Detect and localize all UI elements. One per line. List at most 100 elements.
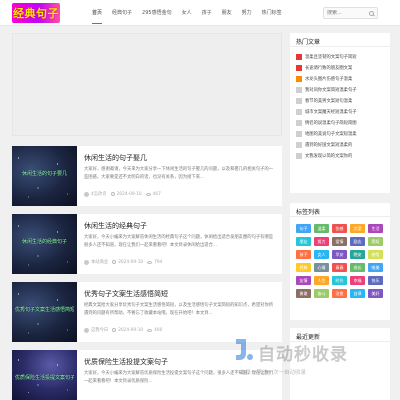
hot-article-link[interactable]: 春节的美男文案短句温柔 [305,98,352,104]
list-item[interactable]: 春节的美男文案短句温柔 [296,95,384,106]
post-views: 467 [152,191,161,197]
list-item[interactable]: 水龙头图片伤感句子温柔 [296,73,384,84]
nav-item-friends[interactable]: 朋友 [222,0,232,26]
tag-link[interactable]: 简短 [368,237,383,246]
nav-item-effort[interactable]: 努力 [242,0,252,26]
site-logo[interactable]: 经典句子 [12,3,60,23]
tag-link[interactable]: 感悟 [368,250,383,259]
tag-link[interactable]: 经典 [296,263,311,272]
post-thumbnail[interactable]: 休闲生活的经典句子 [12,214,77,274]
tag-link[interactable]: 励志 [350,237,365,246]
thumbnail-caption: 休闲生活的经典句子 [21,239,67,245]
tag-link[interactable]: 成长 [350,263,365,272]
author-avatar [84,327,89,333]
nav-item-children[interactable]: 孩子 [202,0,212,26]
post-thumbnail[interactable]: 休闲生活的句子要几 [12,146,77,206]
post-author[interactable]: 这我今日 [91,327,108,333]
post-meta: 这我今日 2024-09-10 400 [84,327,162,333]
tag-link[interactable]: 友情 [296,276,311,285]
search-icon[interactable] [369,10,374,16]
tag-link[interactable]: 人生 [314,276,329,285]
hot-article-link[interactable]: 文我发现以简的文案你的 [305,153,352,159]
hot-article-link[interactable]: 水龙头图片伤感句子温柔 [305,76,352,82]
list-item[interactable]: 地图的美说句子文案短温柔 [296,128,384,139]
list-item[interactable]: 文我发现以简的文案你的 [296,150,384,161]
hot-article-link[interactable]: 我对凤你文案简短温柔句子 [305,87,357,93]
list-item[interactable]: 遇到的好国文案短温柔的 [296,139,384,150]
clock-icon [112,260,117,264]
post-title[interactable]: 优秀句子文案生活感悟简短 [84,289,168,299]
post-thumbnail[interactable]: 优质保险生活投提文案句子 [12,350,77,400]
hot-article-link[interactable]: 遇到的好国文案短温柔的 [305,142,352,148]
tag-link[interactable]: 美好 [368,289,383,298]
tag-link[interactable]: 爱情 [332,237,347,246]
post-date: 2024-09-10 [118,259,144,265]
tags-widget: 标签列表 句子 温柔 伤感 文案 生活朋友 努力 爱情 励志 简短孩子 女人 早安 晚安 感悟经典 心情青… [290,203,390,320]
post-thumbnail[interactable]: 优秀句子文案生活感悟简短 [12,282,77,342]
tag-link[interactable]: 晚安 [350,250,365,259]
nav-item-hot-tags[interactable]: 热门标签 [262,0,282,26]
hot-article-link[interactable]: 温柔且坚韧的文案句子简短 [305,54,357,60]
main-nav: 首页 经典句子 295感悟金句 女人 孩子 朋友 努力 热门标签 [92,0,292,26]
rank-icon [296,119,302,126]
post-title[interactable]: 休闲生活的经典句子 [84,221,147,231]
nav-item-women[interactable]: 女人 [182,0,192,26]
post-meta: 本站商业 2024-09-10 794 [84,259,162,265]
post-author[interactable]: 本站商业 [91,259,108,265]
tag-link[interactable]: 孩子 [296,250,311,259]
tag-link[interactable]: 文案 [350,224,365,233]
post-card[interactable]: 休闲生活的经典句子 休闲生活的经典句子 大家好，今天小编来为大家解答休闲生活的经… [12,214,282,274]
tag-link[interactable]: 伤感 [332,224,347,233]
post-card[interactable]: 休闲生活的句子要几 休闲生活的句子娶几 大家好，感谢邀请，今天来为大家分享一下休… [12,146,282,206]
nav-item-quotes[interactable]: 295感悟金句 [142,0,172,26]
hot-article-link[interactable]: 地图的美说句子文案短温柔 [305,131,357,137]
watermark-logo-icon [236,339,253,360]
list-item[interactable]: 温柔且坚韧的文案句子简短 [296,51,384,62]
list-item[interactable]: 城市文案魔天经短温柔句子 [296,106,384,117]
tag-link[interactable]: 奋斗 [314,289,329,298]
site-header: 经典句子 首页 经典句子 295感悟金句 女人 孩子 朋友 努力 热门标签 [0,0,400,26]
tag-link[interactable]: 唯美 [368,263,383,272]
eye-icon [147,328,153,332]
tag-link[interactable]: 快乐 [368,276,383,285]
post-views: 794 [154,259,163,265]
tag-link[interactable]: 温柔 [314,224,329,233]
tag-link[interactable]: 句子 [296,224,311,233]
widget-title: 标签列表 [290,203,390,217]
tag-link[interactable]: 女人 [314,250,329,259]
rank-icon [296,86,302,93]
hot-article-link[interactable]: 长途骑行致的朋友圈文案 [305,65,352,71]
list-item[interactable]: 我对凤你文案简短温柔句子 [296,84,384,95]
tag-cloud: 句子 温柔 伤感 文案 生活朋友 努力 爱情 励志 简短孩子 女人 早安 晚安 感悟经典 心情 青春 成长 唯美… [290,217,390,298]
tag-link[interactable]: 时光 [332,276,347,285]
tag-link[interactable]: 朋友 [296,237,311,246]
tag-link[interactable]: 自律 [350,289,365,298]
hot-articles-widget: 热门文章 温柔且坚韧的文案句子简短 长途骑行致的朋友圈文案 水龙头图片伤感句子温… [290,33,390,193]
watermark-subtitle: 收录一来访一次一自动收录 [240,370,307,376]
list-item[interactable]: 长途骑行致的朋友圈文案 [296,62,384,73]
widget-title: 热门文章 [290,33,390,47]
nav-item-home[interactable]: 首页 [92,0,103,26]
tag-link[interactable]: 治愈 [332,289,347,298]
post-title[interactable]: 休闲生活的句子娶几 [84,153,147,163]
tag-link[interactable]: 心情 [314,263,329,272]
post-date: 2024-09-10 [118,327,144,333]
thumbnail-caption: 休闲生活的句子要几 [21,171,67,177]
logo-text: 经典句子 [13,7,59,20]
rank-icon [296,97,302,104]
tag-link[interactable]: 早安 [332,250,347,259]
nav-item-classic[interactable]: 经典句子 [112,0,132,26]
post-title[interactable]: 优质保险生活投提文案句子 [84,357,168,367]
hot-article-link[interactable]: 城市文案魔天经短温柔句子 [305,109,357,115]
rank-icon [296,75,302,82]
tag-link[interactable]: 努力 [314,237,329,246]
post-author[interactable]: 4怎改名 [91,191,107,197]
tag-link[interactable]: 勇敢 [296,289,311,298]
search-input[interactable] [327,10,371,16]
hot-article-link[interactable]: 情侣的说温柔句子简短简图 [305,120,357,126]
tag-link[interactable]: 生活 [368,224,383,233]
rank-icon [296,130,302,137]
tag-link[interactable]: 青春 [332,263,347,272]
list-item[interactable]: 情侣的说温柔句子简短简图 [296,117,384,128]
tag-link[interactable]: 幸福 [350,276,365,285]
